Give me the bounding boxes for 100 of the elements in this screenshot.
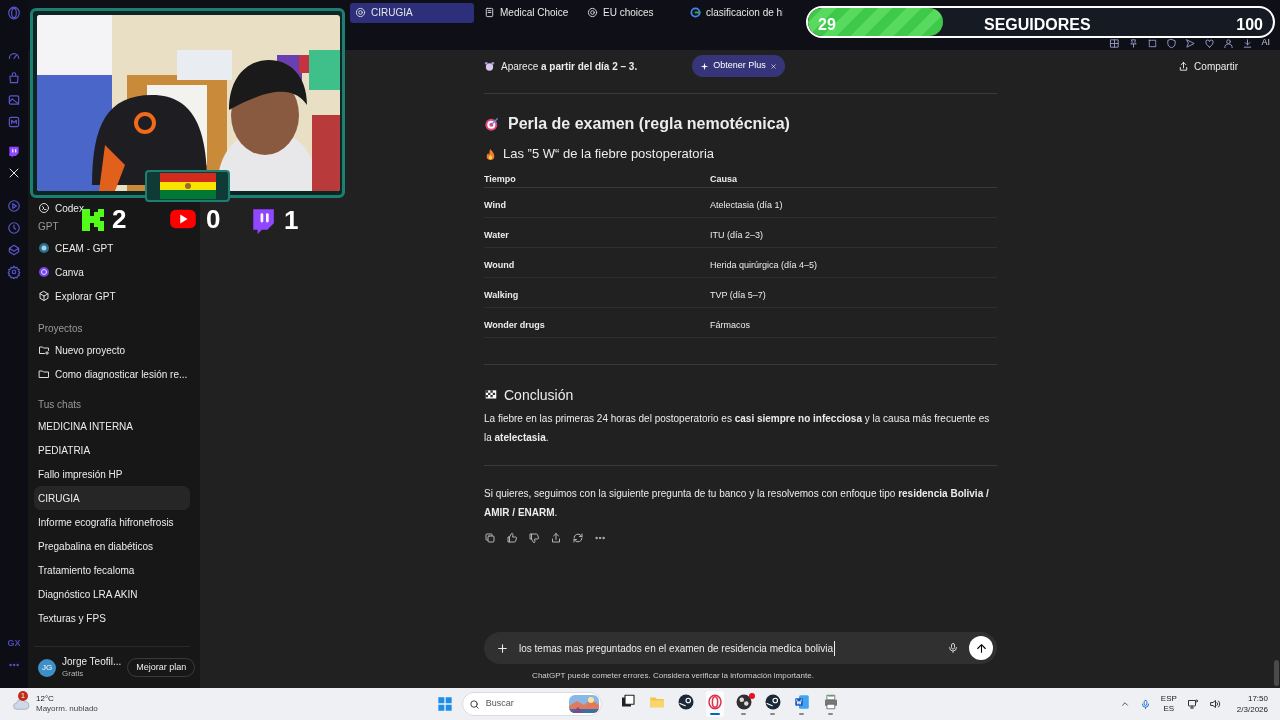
goal-count: 100 — [1236, 15, 1263, 35]
share-button[interactable]: Compartir — [1178, 58, 1238, 74]
folder-icon — [38, 368, 50, 380]
fire-icon — [484, 147, 497, 161]
section-heading: GPT — [38, 219, 59, 234]
browser-tab[interactable]: EU choices — [582, 2, 680, 23]
new-folder-icon — [38, 344, 50, 356]
upgrade-pill[interactable]: Obtener Plus — [692, 55, 785, 77]
search-field[interactable]: Buscar — [461, 692, 602, 716]
canva-icon — [38, 266, 50, 278]
scrollbar[interactable] — [1274, 660, 1279, 686]
chat-item[interactable]: Diagnóstico LRA AKIN — [34, 582, 190, 606]
table-cell: Fármacos — [710, 319, 750, 330]
user-icon — [1223, 38, 1235, 49]
app-icon — [763, 693, 782, 711]
table-cell: Water — [484, 229, 509, 240]
bolivian-flag-icon — [159, 173, 216, 199]
follow-up-paragraph: Si quieres, seguimos con la siguiente pregunta de tu banco y la resolvemos con enfoque tipo residencia Bolivia / AMIR / ENARM. — [484, 487, 990, 520]
chat-item[interactable]: PEDIATRIA — [34, 438, 190, 462]
bag-icon — [7, 71, 21, 85]
network-icon — [1186, 698, 1199, 710]
language-text[interactable]: ES — [1163, 704, 1175, 714]
input-text: los temas mas preguntados en el examen de residencia medica bolivia — [519, 640, 836, 656]
thumbs-down-icon — [528, 532, 540, 544]
sparkle-icon — [700, 61, 710, 71]
tab-icon — [484, 7, 495, 18]
microphone-icon — [947, 642, 959, 654]
message-input[interactable]: los temas mas preguntados en el examen de residencia medica bolivia — [484, 632, 997, 664]
play-icon — [7, 199, 21, 213]
browser-tab[interactable]: Medical Choice — [479, 2, 577, 23]
user-avatar[interactable]: JG — [38, 658, 56, 677]
clock-time[interactable]: 17:50 — [1247, 693, 1268, 704]
heart-icon — [1204, 38, 1216, 49]
regenerate-icon — [572, 532, 584, 544]
sidebar-item[interactable]: Como diagnosticar lesión re... — [55, 366, 188, 382]
volume-icon — [1208, 698, 1221, 710]
chat-item[interactable]: Pregabalina en diabéticos — [34, 534, 190, 558]
temperature-text: 12°C — [36, 694, 55, 704]
chat-item[interactable]: MEDICINA INTERNA — [34, 414, 190, 438]
shield-icon — [1166, 38, 1178, 49]
conclusion-paragraph: La fiebre en las primeras 24 horas del postoperatorio es casi siempre no infecciosa y la causa más frecuente es la atelectasia. — [484, 412, 991, 445]
app-icon — [734, 693, 753, 711]
image-icon — [7, 93, 21, 107]
chat-item[interactable]: Fallo impresión HP — [34, 462, 190, 486]
google-icon — [690, 7, 701, 18]
chat-item[interactable]: Tratamiento fecaloma — [34, 558, 190, 582]
search-placeholder: Buscar — [485, 697, 514, 711]
checkered-flag-icon — [484, 388, 498, 402]
app-icon — [676, 693, 695, 711]
windows-logo-icon — [436, 696, 453, 712]
follower-count: 29 — [818, 15, 836, 35]
share-icon — [1178, 60, 1190, 72]
chat-item[interactable]: CIRUGIA — [34, 486, 190, 510]
pin-icon — [1128, 38, 1140, 49]
language-text[interactable]: ESP — [1160, 694, 1177, 704]
send-button[interactable] — [969, 636, 993, 660]
clock-date[interactable]: 2/3/2026 — [1236, 704, 1268, 715]
thumbs-up-icon — [506, 532, 518, 544]
chat-item[interactable]: Informe ecografía hifronefrosis — [34, 510, 190, 534]
x-logo-icon — [8, 167, 20, 179]
codex-icon — [38, 202, 50, 214]
app-icon — [705, 693, 724, 711]
table-cell: Wind — [484, 199, 506, 210]
opera-logo-icon — [7, 5, 21, 20]
note-text: Aparece a partir del día 2 – 3. — [501, 59, 638, 74]
app-icon — [792, 693, 811, 711]
globe-icon — [38, 242, 50, 254]
toolbar-label[interactable]: AI — [1261, 35, 1270, 49]
column-header: Tiempo — [484, 173, 516, 184]
chat-item[interactable]: Texturas y FPS — [34, 606, 190, 630]
sidebar-item[interactable]: Codex — [55, 200, 84, 216]
more-icon — [8, 662, 20, 668]
sidebar-item[interactable]: CEAM - GPT — [55, 240, 114, 256]
microphone-icon — [1139, 698, 1151, 710]
twitch-icon — [7, 145, 21, 159]
table-cell: TVP (día 5–7) — [710, 289, 766, 300]
user-plan: Gratis — [62, 667, 85, 680]
section-heading: Perla de examen (regla nemotécnica) — [508, 114, 790, 134]
share-icon — [550, 532, 562, 544]
sidebar-item[interactable]: Nuevo proyecto — [55, 342, 126, 358]
cube-icon — [7, 243, 21, 257]
alarm-clock-icon — [484, 60, 495, 72]
table-cell: Atelectasia (día 1) — [710, 199, 783, 210]
section-heading: Conclusión — [504, 385, 574, 405]
user-name: Jorge Teofil... — [62, 655, 122, 668]
table-cell: Wound — [484, 259, 515, 270]
taskbar-app[interactable] — [734, 691, 753, 717]
download-icon — [1242, 38, 1254, 49]
sidebar-item[interactable]: Explorar GPT — [55, 288, 116, 304]
browser-tab[interactable]: clasificacion de hi — [685, 2, 783, 23]
table-cell: ITU (día 2–3) — [710, 229, 764, 240]
copy-icon — [484, 532, 496, 544]
table-cell: Herida quirúrgica (día 4–5) — [710, 259, 818, 270]
grid-icon — [1109, 38, 1121, 49]
history-icon — [7, 221, 21, 235]
sidebar-item[interactable]: Canva — [55, 264, 84, 280]
plus-icon — [496, 641, 509, 655]
search-icon — [468, 698, 480, 710]
browser-tab[interactable]: CIRUGIA — [350, 2, 474, 23]
messenger-icon — [7, 115, 21, 129]
